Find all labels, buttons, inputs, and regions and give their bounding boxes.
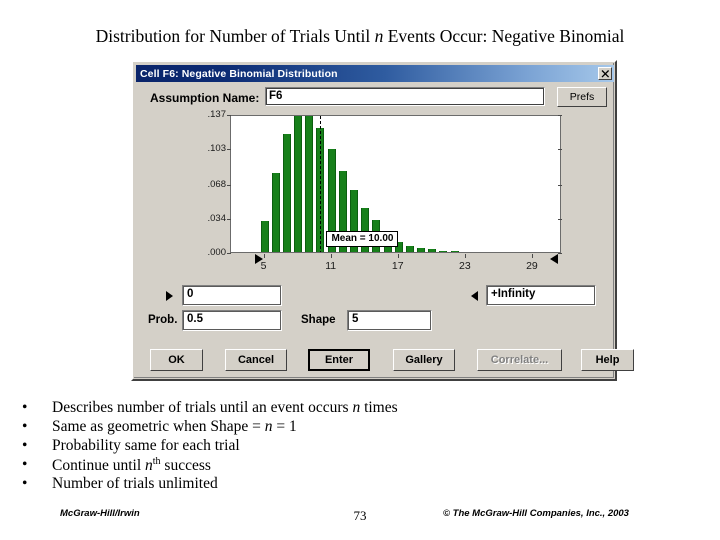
y-axis-tick-mark-right bbox=[558, 253, 562, 254]
x-axis-tick-mark bbox=[330, 254, 332, 258]
list-item-label: Same as geometric when Shape = n = 1 bbox=[52, 418, 297, 436]
upper-limit-grabber-icon[interactable] bbox=[471, 291, 478, 301]
list-item: • Describes number of trials until an eve… bbox=[0, 399, 720, 418]
dialog-title-text: Cell F6: Negative Binomial Distribution bbox=[140, 67, 338, 80]
chart-bar bbox=[282, 133, 291, 252]
chart-bar bbox=[305, 116, 314, 252]
page-title-part1: Distribution for Number of Trials Until bbox=[95, 26, 375, 46]
help-button[interactable]: Help bbox=[581, 349, 634, 371]
x-axis-tick-label: 11 bbox=[325, 260, 337, 272]
bullet-marker-icon: • bbox=[22, 418, 28, 435]
page-title: Distribution for Number of Trials Until … bbox=[0, 26, 720, 47]
x-axis-tick-mark bbox=[464, 254, 466, 258]
y-axis-tick-label: .103 bbox=[207, 143, 227, 155]
x-axis-tick-label: 17 bbox=[391, 260, 404, 272]
gallery-button[interactable]: Gallery bbox=[393, 349, 455, 371]
list-item-label: Probability same for each trial bbox=[52, 437, 240, 455]
x-axis-tick-mark bbox=[263, 254, 265, 258]
lower-limit-input[interactable]: 0 bbox=[182, 285, 282, 306]
chart-bar bbox=[450, 251, 459, 252]
x-axis-tick-mark bbox=[531, 254, 533, 258]
upper-limit-grabber-handle[interactable] bbox=[549, 254, 558, 264]
y-axis-tick-labels: .137.103.068.034.000 bbox=[181, 109, 227, 258]
ok-button[interactable]: OK bbox=[150, 349, 203, 371]
shape-label: Shape bbox=[301, 314, 336, 326]
mean-annotation-label: Mean = 10.00 bbox=[326, 231, 399, 247]
y-axis-tick-mark bbox=[227, 149, 231, 151]
list-item-text-pre: Describes number of trials until an even… bbox=[52, 399, 353, 416]
y-axis-tick-label: .068 bbox=[207, 178, 227, 190]
enter-button[interactable]: Enter bbox=[308, 349, 370, 371]
prob-label: Prob. bbox=[148, 314, 178, 326]
mean-marker-line bbox=[320, 116, 322, 252]
y-axis-tick-mark bbox=[227, 184, 231, 186]
list-item: • Same as geometric when Shape = n = 1 bbox=[0, 418, 720, 437]
slide-footer: McGraw-Hill/Irwin 73 © The McGraw-Hill C… bbox=[0, 508, 720, 528]
y-axis-tick-mark-right bbox=[558, 184, 562, 186]
x-axis: 5 11 17 23 29 bbox=[153, 254, 597, 278]
bullet-marker-icon: • bbox=[22, 456, 28, 473]
prob-input[interactable]: 0.5 bbox=[182, 310, 282, 331]
y-axis-tick-mark bbox=[227, 253, 231, 254]
distribution-chart-panel: .137.103.068.034.000 Mean = 10.00 5 11 17 2… bbox=[153, 109, 597, 278]
correlate-button: Correlate... bbox=[477, 349, 562, 371]
page-title-part2: Events Occur: Negative Binomial bbox=[383, 26, 625, 46]
y-axis-tick-mark-right bbox=[558, 149, 562, 151]
plot-area[interactable]: Mean = 10.00 bbox=[230, 115, 561, 253]
bullet-marker-icon: • bbox=[22, 475, 28, 492]
x-axis-tick-label: 23 bbox=[458, 260, 471, 272]
list-item: • Continue until nth success bbox=[0, 456, 720, 475]
assumption-name-label: Assumption Name: bbox=[150, 91, 260, 105]
y-axis-tick-mark-right bbox=[558, 115, 562, 116]
assumption-name-input[interactable]: F6 bbox=[265, 87, 545, 106]
list-item-italic-var: n bbox=[264, 418, 273, 435]
dialog-inner-frame: Cell F6: Negative Binomial Distribution … bbox=[134, 63, 634, 378]
bullet-list: • Describes number of trials until an eve… bbox=[0, 399, 720, 494]
negative-binomial-distribution-dialog: Cell F6: Negative Binomial Distribution … bbox=[131, 60, 634, 381]
prefs-button[interactable]: Prefs bbox=[557, 87, 607, 107]
chart-bar bbox=[439, 250, 448, 252]
lower-limit-grabber-handle[interactable] bbox=[254, 254, 263, 264]
list-item-italic-var: n bbox=[145, 457, 153, 475]
list-item-label: Number of trials unlimited bbox=[52, 475, 218, 493]
upper-limit-input[interactable]: +Infinity bbox=[486, 285, 596, 306]
footer-page-number: 73 bbox=[353, 508, 367, 523]
chart-bar bbox=[417, 248, 426, 252]
y-axis-tick-label: .137 bbox=[207, 109, 227, 120]
lower-limit-grabber-icon[interactable] bbox=[166, 291, 173, 301]
y-axis-tick-mark bbox=[227, 218, 231, 220]
y-axis-tick-mark bbox=[227, 115, 231, 116]
footer-copyright: © The McGraw-Hill Companies, Inc., 2003 bbox=[443, 508, 629, 519]
dialog-titlebar: Cell F6: Negative Binomial Distribution bbox=[136, 65, 614, 82]
list-item-text-post: times bbox=[360, 399, 398, 416]
list-item-text-post: success bbox=[160, 457, 211, 475]
list-item-text-pre: Same as geometric when Shape = bbox=[52, 418, 265, 435]
chart-bar bbox=[405, 245, 414, 252]
y-axis-tick-mark-right bbox=[558, 218, 562, 220]
chart-bar bbox=[260, 220, 269, 252]
shape-input[interactable]: 5 bbox=[347, 310, 432, 331]
footer-publisher: McGraw-Hill/Irwin bbox=[60, 508, 140, 519]
list-item-label: Continue until nth success bbox=[52, 456, 211, 475]
x-axis-tick-label: 29 bbox=[526, 260, 538, 272]
chart-bar bbox=[271, 173, 280, 252]
assumption-name-row: Assumption Name: F6 Prefs bbox=[134, 87, 616, 111]
y-axis-tick-label: .034 bbox=[207, 212, 227, 224]
list-item-label: Describes number of trials until an even… bbox=[52, 399, 398, 417]
bullet-marker-icon: • bbox=[22, 399, 28, 416]
list-item: • Number of trials unlimited bbox=[0, 475, 720, 494]
list-item-text-pre: Number of trials unlimited bbox=[52, 475, 218, 492]
bullet-marker-icon: • bbox=[22, 437, 28, 454]
list-item-text-pre: Probability same for each trial bbox=[52, 437, 240, 454]
close-icon[interactable] bbox=[598, 67, 612, 80]
x-axis-tick-mark bbox=[397, 254, 399, 258]
chart-bar bbox=[428, 249, 437, 252]
list-item: • Probability same for each trial bbox=[0, 437, 720, 456]
list-item-text-pre: Continue until bbox=[52, 457, 145, 475]
list-item-text-post: = 1 bbox=[272, 418, 297, 435]
chart-bar bbox=[294, 116, 303, 252]
cancel-button[interactable]: Cancel bbox=[225, 349, 287, 371]
list-item-superscript: th bbox=[152, 456, 161, 467]
